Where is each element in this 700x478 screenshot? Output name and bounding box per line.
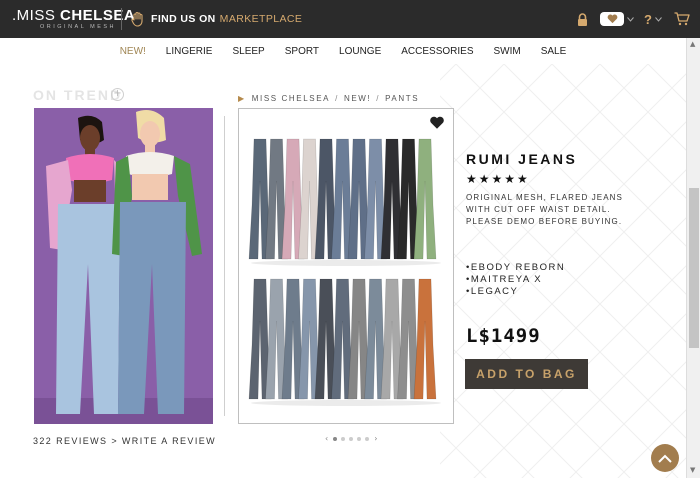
compat-item: •EBODY REBORN — [466, 262, 566, 273]
product-image[interactable] — [238, 108, 454, 424]
header-divider — [121, 8, 122, 30]
scroll-thumb[interactable] — [689, 188, 699, 348]
description-line: ORIGINAL MESH, FLARED JEANS — [466, 193, 623, 202]
nav-item-sale[interactable]: SALE — [531, 46, 577, 57]
nav-item-sport[interactable]: SPORT — [275, 46, 329, 57]
product-title: RUMI JEANS — [466, 151, 578, 167]
product-price: L$1499 — [466, 325, 541, 347]
on-trend-title: ON TREND — [33, 87, 123, 103]
hand-icon — [131, 11, 145, 27]
favorite-heart-icon[interactable] — [429, 115, 445, 134]
breadcrumb-item-brand[interactable]: MISS CHELSEA — [252, 94, 330, 103]
breadcrumb-item-new[interactable]: NEW! — [344, 94, 371, 103]
plus-icon[interactable]: + — [111, 88, 124, 101]
nav-item-swim[interactable]: SWIM — [484, 46, 531, 57]
wishlist-button[interactable] — [600, 12, 625, 26]
column-divider — [224, 116, 225, 416]
reviews-count[interactable]: 322 — [33, 436, 52, 446]
brand-logo[interactable]: .MISS CHELSEA ORIGINAL MESH — [12, 8, 135, 31]
reviews-links: 322 REVIEWS > WRITE A REVIEW — [33, 436, 216, 446]
star-rating: ★★★★★ — [466, 172, 530, 186]
breadcrumb: ▶ MISS CHELSEA / NEW! / PANTS — [238, 94, 419, 103]
carousel-dot[interactable] — [349, 436, 354, 441]
brand-name: CHELSEA — [60, 7, 136, 24]
nav-item-lounge[interactable]: LOUNGE — [329, 46, 391, 57]
breadcrumb-separator: / — [335, 94, 339, 103]
marketplace-link[interactable]: FIND US ON MARKETPLACE — [131, 10, 302, 28]
swatch-shadow — [251, 400, 441, 406]
description-line: WITH CUT OFF WAIST DETAIL. — [466, 205, 611, 214]
add-to-bag-button[interactable]: ADD TO BAG — [465, 359, 588, 389]
nav-item-new[interactable]: NEW! — [110, 46, 156, 57]
scroll-up-icon[interactable]: ▲ — [690, 40, 695, 48]
heart-icon — [607, 14, 617, 24]
brand-prefix: .MISS — [12, 7, 56, 24]
carousel-dots: ‹ › — [322, 434, 380, 443]
chevron-down-icon[interactable] — [627, 16, 634, 22]
reviews-label[interactable]: REVIEWS — [56, 436, 107, 446]
chevron-up-icon — [658, 454, 672, 463]
carousel-dot[interactable] — [333, 436, 338, 441]
compat-item: •MAITREYA X — [466, 274, 543, 285]
compatibility-list: •EBODY REBORN •MAITREYA X •LEGACY — [466, 262, 565, 298]
carousel-dot[interactable] — [365, 436, 370, 441]
carousel-dot[interactable] — [357, 436, 362, 441]
carousel-dot[interactable] — [341, 436, 346, 441]
jeans-swatch — [413, 138, 437, 260]
carousel-next-icon[interactable]: › — [374, 434, 377, 443]
models-illustration — [34, 108, 213, 424]
reviews-separator: > — [111, 436, 118, 446]
help-button[interactable]: ? — [644, 12, 652, 27]
write-review-link[interactable]: WRITE A REVIEW — [122, 436, 216, 446]
nav-item-lingerie[interactable]: LINGERIE — [156, 46, 223, 57]
find-us-text: FIND US ON — [151, 13, 216, 25]
product-description: ORIGINAL MESH, FLARED JEANS WITH CUT OFF… — [466, 192, 626, 228]
swatch-shadow — [251, 260, 441, 266]
jeans-swatches-illustration — [248, 138, 441, 406]
top-bar: .MISS CHELSEA ORIGINAL MESH FIND US ON M… — [0, 0, 700, 38]
description-line: PLEASE DEMO BEFORE BUYING. — [466, 217, 623, 226]
breadcrumb-arrow-icon: ▶ — [238, 94, 246, 103]
compat-item: •LEGACY — [466, 286, 519, 297]
marketplace-text: MARKETPLACE — [219, 13, 303, 25]
nav-item-accessories[interactable]: ACCESSORIES — [391, 46, 483, 57]
lock-icon[interactable] — [577, 12, 588, 26]
carousel-prev-icon[interactable]: ‹ — [325, 434, 328, 443]
breadcrumb-separator: / — [376, 94, 381, 103]
scroll-down-icon[interactable]: ▼ — [690, 466, 695, 474]
help-chevron-down-icon[interactable] — [655, 16, 662, 22]
nav-item-sleep[interactable]: SLEEP — [222, 46, 274, 57]
header-actions: ? — [577, 8, 690, 30]
breadcrumb-item-pants[interactable]: PANTS — [385, 94, 419, 103]
page-scrollbar[interactable]: ▲ ▼ — [686, 38, 700, 478]
jeans-swatch — [413, 278, 437, 400]
main-nav: NEW! LINGERIE SLEEP SPORT LOUNGE ACCESSO… — [0, 38, 686, 64]
scroll-to-top-button[interactable] — [651, 444, 679, 472]
cart-icon[interactable] — [674, 12, 690, 26]
on-trend-image[interactable] — [34, 108, 213, 424]
